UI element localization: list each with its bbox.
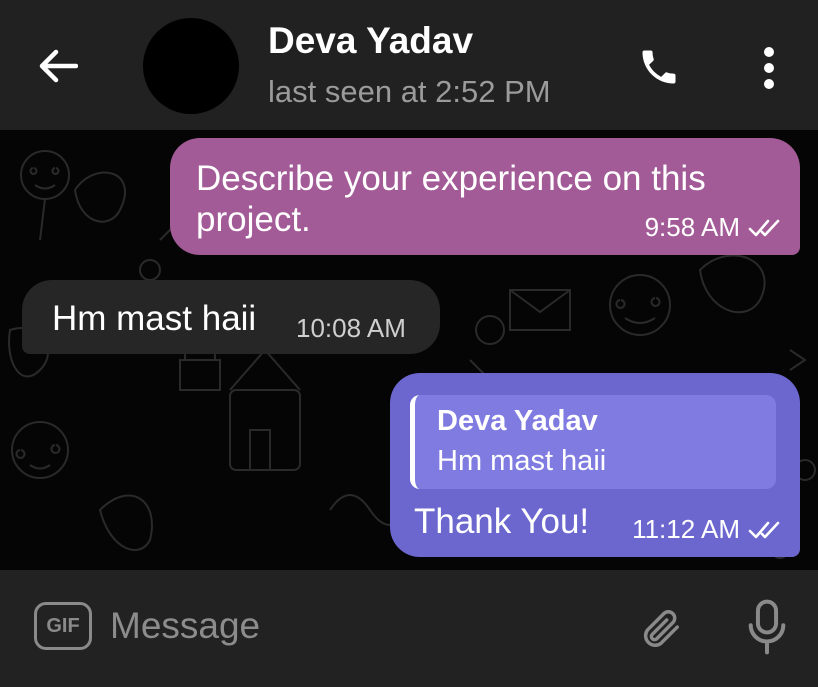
attach-button[interactable] (634, 600, 686, 656)
chat-area[interactable]: Describe your experience on this project… (0, 130, 818, 570)
last-seen-status: last seen at 2:52 PM (268, 74, 551, 109)
arrow-left-icon (39, 49, 78, 83)
message-input[interactable] (110, 598, 590, 654)
microphone-icon (748, 599, 786, 655)
more-vertical-icon (764, 47, 774, 89)
message-meta: 11:12 AM (632, 514, 782, 545)
message-bubble-outgoing[interactable]: Describe your experience on this project… (170, 138, 800, 255)
message-text: Hm mast haii (52, 299, 257, 338)
message-meta: 9:58 AM (645, 212, 782, 243)
double-check-icon (748, 219, 780, 236)
message-meta: 10:08 AM (296, 313, 406, 344)
phone-icon (642, 50, 676, 84)
quoted-reply[interactable]: Deva Yadav Hm mast haii (410, 395, 776, 489)
message-bubble-incoming[interactable]: Hm mast haii 10:08 AM (22, 280, 440, 354)
quoted-message-text: Hm mast haii (437, 445, 607, 477)
chat-header: Deva Yadav last seen at 2:52 PM (0, 0, 818, 130)
avatar[interactable] (143, 18, 239, 114)
gif-label: GIF (46, 614, 80, 637)
message-bubble-outgoing-reply[interactable]: Deva Yadav Hm mast haii Thank You! 11:12… (390, 373, 800, 557)
paperclip-icon (643, 610, 679, 647)
contact-name[interactable]: Deva Yadav (268, 20, 473, 62)
quoted-sender-name: Deva Yadav (437, 405, 598, 437)
message-time: 9:58 AM (644, 212, 740, 242)
message-text: Thank You! (414, 502, 590, 541)
message-time: 11:12 AM (632, 514, 740, 544)
gif-button[interactable]: GIF (34, 602, 92, 650)
call-button[interactable] (634, 44, 684, 90)
more-options-button[interactable] (754, 40, 784, 96)
double-check-icon (748, 521, 780, 538)
microphone-button[interactable] (742, 596, 792, 658)
message-composer: GIF (0, 570, 818, 687)
message-time: 10:08 AM (296, 313, 406, 343)
back-button[interactable] (36, 44, 80, 88)
